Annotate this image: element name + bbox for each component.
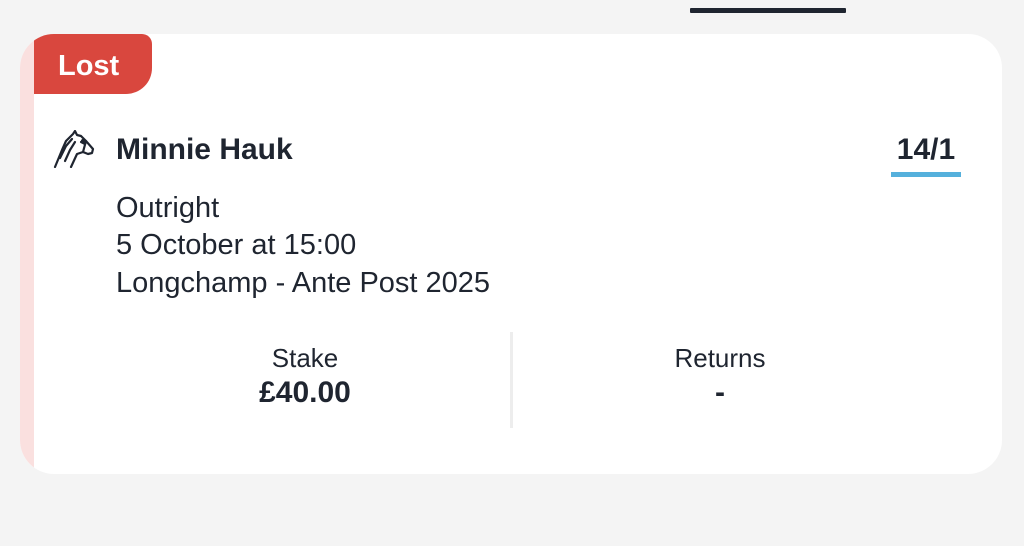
market-name: Outright [116, 192, 220, 224]
active-tab-indicator [690, 8, 846, 13]
status-badge: Lost [34, 34, 152, 94]
event-time: 5 October at 15:00 [116, 229, 357, 261]
column-divider [510, 332, 513, 428]
event-name: Longchamp - Ante Post 2025 [116, 267, 491, 299]
stake-label: Stake [271, 343, 339, 373]
returns-section: Returns - [570, 342, 870, 412]
odds-underline [891, 172, 961, 177]
horse-head-icon [52, 129, 96, 169]
selection-name: Minnie Hauk [116, 133, 293, 166]
stake-value: £40.00 [259, 376, 351, 409]
lost-accent-strip [20, 34, 34, 474]
stake-section: Stake £40.00 [155, 342, 455, 412]
odds-value[interactable]: 14/1 [891, 130, 961, 170]
returns-label: Returns [674, 343, 766, 373]
bet-card[interactable]: Lost Minnie Hauk 14/1 Outright 5 October… [20, 34, 1002, 474]
returns-value: - [715, 376, 725, 409]
